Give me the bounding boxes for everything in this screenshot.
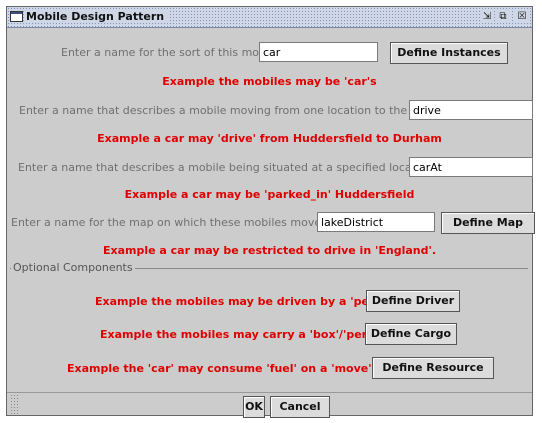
close-icon[interactable]: ☒ <box>515 10 529 23</box>
sort-example: Example the mobiles may be 'car's <box>162 75 377 88</box>
map-example: Example a car may be restricted to drive… <box>102 244 437 257</box>
driver-example: Example the mobiles may be driven by a '… <box>95 295 400 308</box>
resource-example: Example the 'car' may consume 'fuel' on … <box>67 362 418 375</box>
define-resource-button[interactable]: Define Resource <box>372 357 494 379</box>
sort-input[interactable] <box>259 42 378 62</box>
resize-grip-icon[interactable] <box>10 394 18 414</box>
form-content: Enter a name for the sort of this mobile… <box>7 28 535 418</box>
move-input[interactable] <box>409 100 533 120</box>
sort-label: Enter a name for the sort of this mobile <box>61 46 279 59</box>
define-cargo-button[interactable]: Define Cargo <box>365 323 457 345</box>
cancel-button[interactable]: Cancel <box>270 396 330 418</box>
define-instances-button[interactable]: Define Instances <box>390 42 508 64</box>
situated-input[interactable] <box>409 157 533 177</box>
title-bar[interactable]: Mobile Design Pattern ⇲ ⧉ ☒ <box>7 7 532 28</box>
move-example: Example a car may 'drive' from Huddersfi… <box>97 132 442 145</box>
window-title: Mobile Design Pattern <box>26 10 171 23</box>
optional-components-group: Optional Components Example the mobiles … <box>10 261 528 392</box>
define-driver-button[interactable]: Define Driver <box>366 290 460 312</box>
ok-button[interactable]: OK <box>243 396 265 418</box>
map-label: Enter a name for the map on which these … <box>11 216 325 229</box>
window-icon <box>10 11 23 22</box>
map-input[interactable] <box>317 212 435 232</box>
optional-components-title: Optional Components <box>11 261 135 274</box>
move-label: Enter a name that describes a mobile mov… <box>19 104 436 117</box>
cargo-example: Example the mobiles may carry a 'box'/'p… <box>100 328 393 341</box>
move-row: Enter a name that describes a mobile mov… <box>7 100 533 122</box>
sort-row: Enter a name for the sort of this mobile… <box>7 42 532 64</box>
mobile-design-pattern-window: Mobile Design Pattern ⇲ ⧉ ☒ Enter a name… <box>6 6 535 418</box>
situated-label: Enter a name that describes a mobile bei… <box>18 161 433 174</box>
minimize-icon[interactable]: ⇲ <box>480 10 494 23</box>
map-row: Enter a name for the map on which these … <box>7 212 535 234</box>
maximize-icon[interactable]: ⧉ <box>496 10 510 23</box>
footer-separator <box>7 392 532 393</box>
define-map-button[interactable]: Define Map <box>441 212 535 234</box>
situated-example: Example a car may be 'parked_in' Hudders… <box>124 188 415 201</box>
situated-row: Enter a name that describes a mobile bei… <box>7 157 533 179</box>
